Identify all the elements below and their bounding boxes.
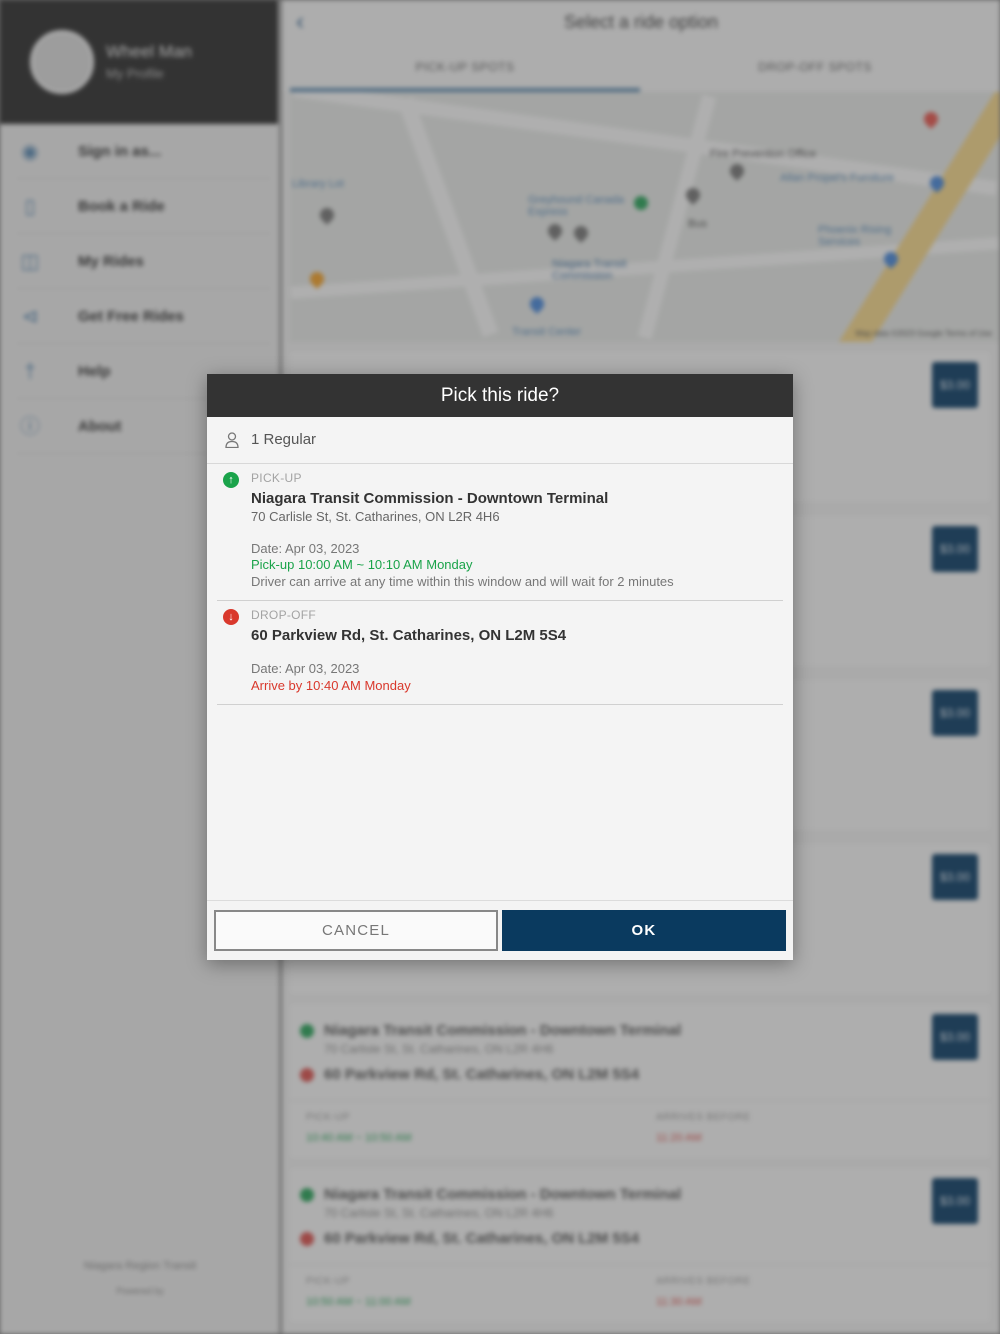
dialog-title: Pick this ride? [207,374,793,417]
ok-button[interactable]: OK [502,910,786,951]
dropoff-arrow-icon: ↓ [223,609,239,625]
dropoff-date: Date: Apr 03, 2023 [251,661,360,676]
pickup-address: 70 Carlisle St, St. Catharines, ON L2R 4… [251,509,500,524]
passenger-row: 1 Regular [207,417,793,464]
pickup-window: Pick-up 10:00 AM ~ 10:10 AM Monday [251,557,473,572]
dropoff-section: ↓ DROP-OFF 60 Parkview Rd, St. Catharine… [217,601,783,705]
dropoff-window: Arrive by 10:40 AM Monday [251,678,411,693]
person-icon [225,432,239,448]
pick-ride-dialog: Pick this ride? 1 Regular ↑ PICK-UP Niag… [207,374,793,960]
passenger-count: 1 Regular [251,431,317,448]
pickup-date: Date: Apr 03, 2023 [251,541,360,556]
dropoff-name: 60 Parkview Rd, St. Catharines, ON L2M 5… [251,627,567,644]
pickup-name: Niagara Transit Commission - Downtown Te… [251,490,609,507]
pickup-arrow-icon: ↑ [223,472,239,488]
pickup-section: ↑ PICK-UP Niagara Transit Commission - D… [217,464,783,601]
dropoff-kind-label: DROP-OFF [251,608,317,622]
pickup-kind-label: PICK-UP [251,471,302,485]
cancel-button[interactable]: CANCEL [214,910,498,951]
pickup-note: Driver can arrive at any time within thi… [251,574,674,589]
dialog-footer: CANCEL OK [207,900,793,960]
